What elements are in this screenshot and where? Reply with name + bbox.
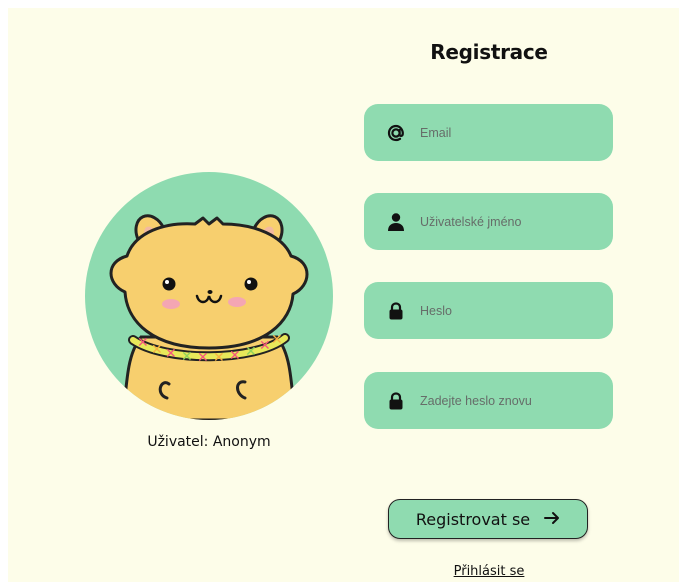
- svg-text:✕: ✕: [197, 350, 209, 366]
- password-input[interactable]: [420, 303, 590, 318]
- svg-text:✕: ✕: [259, 338, 271, 354]
- password-confirm-field[interactable]: [364, 372, 613, 429]
- svg-text:✕: ✕: [165, 346, 177, 362]
- lock-icon: [386, 301, 406, 321]
- registration-page: Registrace ✕ ✕ ✕ ✕ ✕ ✕ ✕ ✕ ✕ ✕ Uživatel:…: [8, 8, 679, 582]
- svg-text:✕: ✕: [181, 349, 193, 365]
- arrow-right-icon: [544, 510, 560, 529]
- lock-icon: [386, 391, 406, 411]
- username-input[interactable]: [420, 214, 590, 229]
- svg-text:✕: ✕: [213, 350, 225, 366]
- svg-text:✕: ✕: [271, 332, 283, 348]
- register-button[interactable]: Registrovat se: [388, 499, 588, 539]
- password-confirm-input[interactable]: [420, 393, 590, 408]
- login-link[interactable]: Přihlásit se: [364, 564, 614, 579]
- user-label: Uživatel: Anonym: [147, 434, 271, 450]
- at-icon: [386, 123, 406, 143]
- svg-text:✕: ✕: [229, 348, 241, 364]
- hamster-avatar-icon: ✕ ✕ ✕ ✕ ✕ ✕ ✕ ✕ ✕ ✕: [109, 214, 309, 420]
- avatar: ✕ ✕ ✕ ✕ ✕ ✕ ✕ ✕ ✕ ✕: [85, 172, 333, 420]
- password-field[interactable]: [364, 282, 613, 339]
- svg-text:✕: ✕: [151, 342, 163, 358]
- register-button-label: Registrovat se: [415, 509, 531, 529]
- email-field[interactable]: [364, 104, 613, 161]
- email-input[interactable]: [420, 125, 590, 140]
- svg-text:✕: ✕: [245, 344, 257, 360]
- svg-text:✕: ✕: [137, 335, 149, 351]
- page-title: Registrace: [430, 40, 548, 64]
- user-icon: [386, 212, 406, 232]
- username-field[interactable]: [364, 193, 613, 250]
